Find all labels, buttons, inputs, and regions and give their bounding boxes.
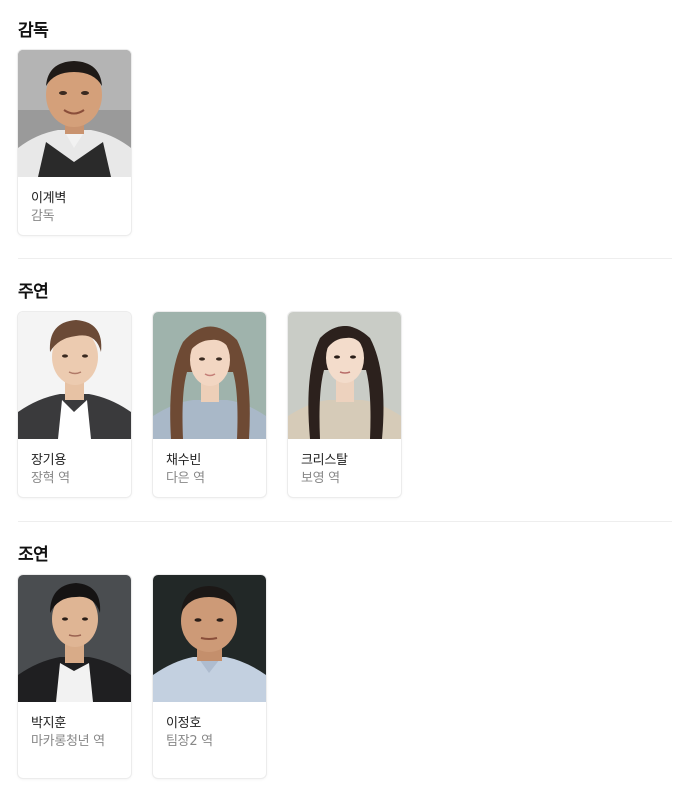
- person-card[interactable]: 이계벽 감독: [18, 50, 131, 235]
- divider: [18, 258, 672, 259]
- person-photo: [288, 312, 401, 439]
- person-name: 장기용: [31, 453, 66, 468]
- person-name: 채수빈: [166, 453, 201, 468]
- person-role: 마카롱청년 역: [31, 734, 105, 749]
- person-photo: [153, 575, 266, 702]
- person-card[interactable]: 크리스탈 보영 역: [288, 312, 401, 497]
- person-photo: [153, 312, 266, 439]
- person-name: 이정호: [166, 716, 201, 731]
- person-name: 박지훈: [31, 716, 66, 731]
- person-role: 장혁 역: [31, 471, 70, 486]
- person-photo: [18, 575, 131, 702]
- section-title: 주연: [18, 282, 49, 302]
- section-title: 감독: [18, 21, 49, 41]
- person-photo: [18, 312, 131, 439]
- person-role: 감독: [31, 209, 55, 224]
- person-card[interactable]: 이정호 팀장2 역: [153, 575, 266, 778]
- person-role: 다은 역: [166, 471, 205, 486]
- person-card[interactable]: 장기용 장혁 역: [18, 312, 131, 497]
- person-card[interactable]: 박지훈 마카롱청년 역: [18, 575, 131, 778]
- person-name: 크리스탈: [301, 453, 348, 468]
- person-photo: [18, 50, 131, 177]
- person-role: 팀장2 역: [166, 734, 213, 749]
- person-role: 보영 역: [301, 471, 340, 486]
- person-card[interactable]: 채수빈 다은 역: [153, 312, 266, 497]
- person-name: 이계벽: [31, 191, 66, 206]
- divider: [18, 521, 672, 522]
- section-title: 조연: [18, 545, 49, 565]
